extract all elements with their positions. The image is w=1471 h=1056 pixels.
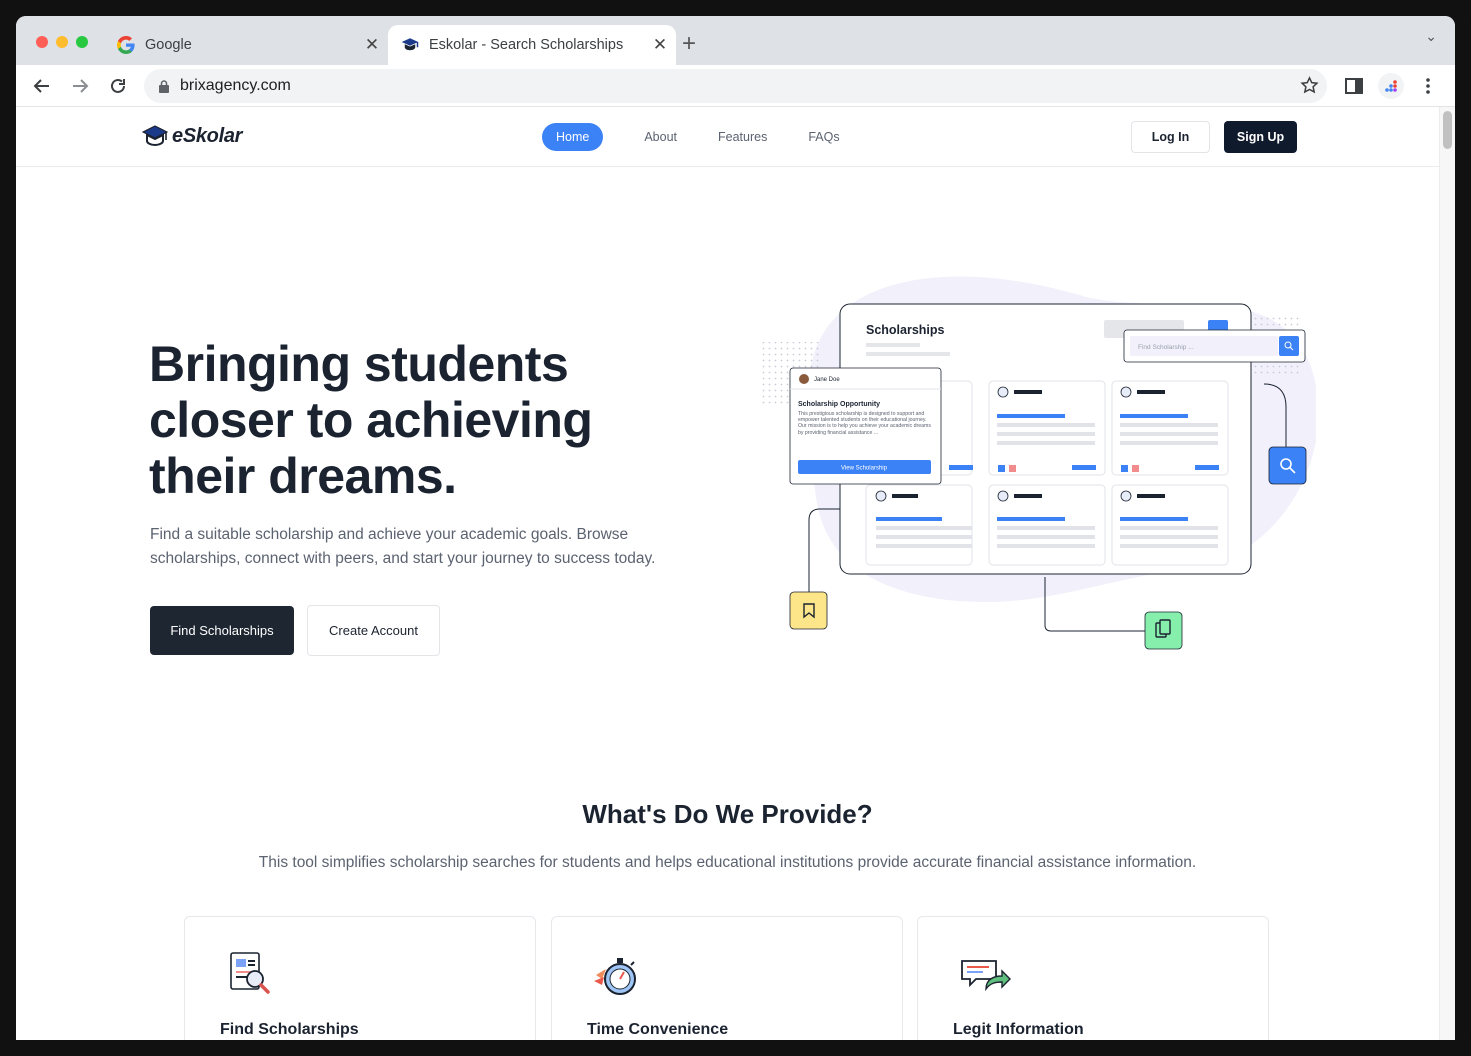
tab-label: Eskolar - Search Scholarships	[429, 37, 624, 53]
minimize-window-button[interactable]	[56, 36, 68, 48]
maximize-window-button[interactable]	[76, 36, 88, 48]
more-menu-icon[interactable]	[1415, 73, 1441, 99]
hero-title-line: Bringing students	[149, 336, 569, 392]
brand-name: eSkolar	[172, 124, 243, 147]
nav-home[interactable]: Home	[542, 123, 604, 151]
google-icon	[116, 35, 136, 55]
panel-title: Scholarships	[866, 323, 945, 337]
chat-share-icon	[956, 949, 1012, 999]
address-bar[interactable]: brixagency.com	[144, 69, 1327, 103]
site-header: eSkolar Home About Features FAQs Log In …	[16, 107, 1439, 167]
feature-card-title: Time Convenience	[587, 1021, 729, 1038]
site-nav-links: Home About Features FAQs	[542, 123, 881, 151]
nav-faqs[interactable]: FAQs	[808, 123, 839, 151]
brand-logo[interactable]: eSkolar	[142, 123, 242, 149]
hero-title-line: closer to achieving	[149, 392, 593, 448]
forward-arrow-icon[interactable]	[67, 73, 93, 99]
tab-eskolar[interactable]: Eskolar - Search Scholarships ✕	[388, 25, 676, 65]
browser-toolbar: brixagency.com	[16, 65, 1455, 107]
close-tab-icon[interactable]: ✕	[360, 35, 384, 55]
hero-illustration: Scholarships Find Scholarship ... Jane D…	[756, 257, 1319, 657]
device-frame: Google ✕ Eskolar - Search Scholarships ✕…	[0, 0, 1471, 1056]
feature-card-find[interactable]: Find Scholarships	[184, 916, 536, 1040]
lock-icon	[158, 79, 170, 93]
new-tab-icon[interactable]: +	[682, 32, 696, 56]
close-window-button[interactable]	[36, 36, 48, 48]
document-search-icon	[223, 949, 279, 999]
illus-search-placeholder: Find Scholarship ...	[1138, 344, 1194, 351]
back-arrow-icon[interactable]	[29, 73, 55, 99]
feature-card-title: Legit Information	[953, 1021, 1084, 1038]
graduation-cap-icon	[400, 35, 420, 55]
bookmark-star-icon[interactable]	[1300, 76, 1319, 100]
tab-strip: Google ✕ Eskolar - Search Scholarships ✕…	[16, 16, 1455, 65]
popup-title: Scholarship Opportunity	[798, 401, 880, 408]
popup-text: This prestigious scholarship is designed…	[798, 411, 931, 436]
login-button[interactable]: Log In	[1131, 121, 1210, 153]
reload-icon[interactable]	[105, 73, 131, 99]
signup-button[interactable]: Sign Up	[1224, 121, 1297, 153]
hero-title: Bringing students closer to achieving th…	[149, 336, 709, 504]
web-page: eSkolar Home About Features FAQs Log In …	[16, 107, 1439, 1040]
nav-about[interactable]: About	[644, 123, 677, 151]
popup-button: View Scholarship	[841, 466, 888, 472]
popup-user: Jane Doe	[814, 377, 840, 383]
url-text: brixagency.com	[180, 77, 291, 94]
browser-window: Google ✕ Eskolar - Search Scholarships ✕…	[16, 16, 1455, 1040]
extension-icon[interactable]	[1378, 73, 1404, 99]
chevron-down-icon[interactable]: ⌄	[1425, 28, 1437, 45]
page-scrollbar[interactable]	[1439, 107, 1455, 1040]
create-account-button[interactable]: Create Account	[307, 605, 440, 656]
section-subtitle: This tool simplifies scholarship searche…	[258, 854, 1197, 871]
feature-card-legit[interactable]: Legit Information	[917, 916, 1269, 1040]
nav-features[interactable]: Features	[718, 123, 767, 151]
side-panel-icon[interactable]	[1341, 73, 1367, 99]
scrollbar-thumb[interactable]	[1443, 111, 1452, 149]
tab-google[interactable]: Google ✕	[104, 25, 388, 65]
close-tab-icon[interactable]: ✕	[648, 35, 672, 55]
section-title: What's Do We Provide?	[582, 799, 873, 829]
graduation-cap-logo-icon	[142, 125, 168, 147]
stopwatch-icon	[590, 949, 646, 999]
feature-card-title: Find Scholarships	[220, 1021, 359, 1038]
find-scholarships-button[interactable]: Find Scholarships	[150, 606, 294, 655]
feature-card-time[interactable]: Time Convenience	[551, 916, 903, 1040]
tab-label: Google	[145, 37, 192, 53]
hero-title-line: their dreams.	[149, 448, 457, 504]
hero-subtitle: Find a suitable scholarship and achieve …	[150, 526, 656, 567]
